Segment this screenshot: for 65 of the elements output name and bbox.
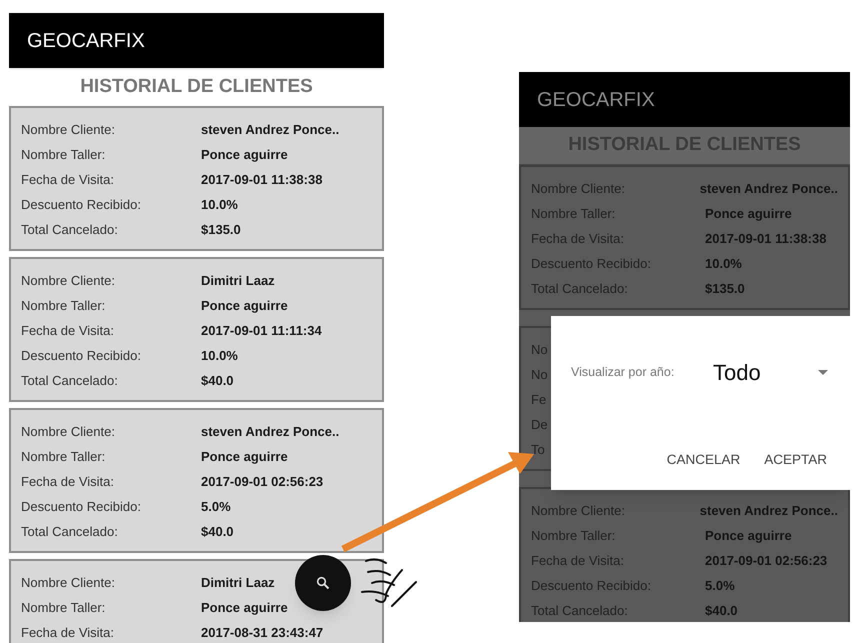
field-value: $135.0 bbox=[705, 280, 745, 298]
field-value: 2017-09-01 11:38:38 bbox=[705, 230, 826, 248]
field-value: 2017-09-01 11:38:38 bbox=[201, 170, 322, 189]
field-value: steven Andrez Ponce.. bbox=[700, 502, 838, 520]
year-dropdown[interactable]: Todo bbox=[713, 356, 830, 389]
field-label: Total Cancelado: bbox=[21, 522, 119, 541]
field-label: To bbox=[531, 440, 545, 459]
screen-heading: HISTORIAL DE CLIENTES bbox=[80, 74, 313, 99]
field-label: Descuento Recibido: bbox=[531, 576, 652, 595]
field-label: Fecha de Visita: bbox=[21, 170, 115, 189]
field-value: steven Andrez Ponce.. bbox=[201, 422, 340, 441]
field-label: Total Cancelado: bbox=[531, 280, 629, 298]
field-value: Ponce aguirre bbox=[705, 204, 792, 223]
field-value: Ponce aguirre bbox=[705, 526, 792, 545]
field-label: Descuento Recibido: bbox=[21, 346, 142, 365]
field-label: Descuento Recibido: bbox=[21, 196, 142, 214]
field-label: Nombre Taller: bbox=[21, 448, 106, 466]
field-value: Dimitri Laaz bbox=[201, 574, 275, 592]
field-label: Nombre Taller: bbox=[21, 296, 106, 315]
field-value: 5.0% bbox=[705, 576, 735, 595]
field-label: Total Cancelado: bbox=[21, 220, 119, 239]
field-label: Nombre Taller: bbox=[21, 598, 106, 617]
field-label: Visualizar por año: bbox=[571, 364, 676, 382]
field-value: 2017-08-31 23:43:47 bbox=[201, 624, 324, 642]
field-label: Descuento Recibido: bbox=[531, 254, 652, 273]
field-value: $40.0 bbox=[201, 522, 234, 541]
field-label: Nombre Cliente: bbox=[531, 180, 626, 198]
field-value: 2017-09-01 11:11:34 bbox=[201, 322, 322, 340]
field-value: 2017-09-01 02:56:23 bbox=[201, 472, 324, 491]
field-value: $40.0 bbox=[201, 372, 234, 390]
field-label: Descuento Recibido: bbox=[21, 498, 142, 516]
field-value: Ponce aguirre bbox=[201, 598, 288, 617]
field-label: Fecha de Visita: bbox=[21, 624, 115, 642]
field-value: steven Andrez Ponce.. bbox=[201, 120, 340, 139]
field-label: No bbox=[531, 340, 548, 359]
field-label: No bbox=[531, 366, 548, 384]
field-value: 10.0% bbox=[705, 254, 742, 273]
field-label: Nombre Cliente: bbox=[21, 120, 116, 139]
field-label: Total Cancelado: bbox=[21, 372, 119, 390]
dialog-button[interactable]: CANCELAR bbox=[666, 450, 740, 470]
field-value: $40.0 bbox=[705, 602, 738, 620]
field-label: Fecha de Visita: bbox=[21, 472, 115, 491]
field-value: Ponce aguirre bbox=[201, 448, 288, 466]
field-value: $135.0 bbox=[201, 220, 241, 239]
dropdown-caret-icon bbox=[818, 370, 828, 375]
field-value: 10.0% bbox=[201, 196, 238, 214]
field-label: Fecha de Visita: bbox=[21, 322, 115, 340]
field-label: Nombre Cliente: bbox=[21, 272, 116, 290]
app-title: GEOCARFIX bbox=[537, 88, 655, 112]
app-title: GEOCARFIX bbox=[27, 28, 145, 54]
field-label: Nombre Cliente: bbox=[21, 422, 116, 441]
field-value: 2017-09-01 02:56:23 bbox=[705, 552, 828, 570]
search-icon bbox=[316, 576, 330, 590]
dialog-button[interactable]: ACEPTAR bbox=[764, 450, 827, 470]
field-value: steven Andrez Ponce.. bbox=[700, 180, 838, 198]
field-value: Ponce aguirre bbox=[201, 146, 288, 164]
field-value: Ponce aguirre bbox=[201, 296, 288, 315]
field-value: 5.0% bbox=[201, 498, 231, 516]
field-label: Nombre Cliente: bbox=[21, 574, 116, 592]
field-value: Dimitri Laaz bbox=[201, 272, 275, 290]
field-label: Nombre Cliente: bbox=[531, 502, 626, 520]
dropdown-value: Todo bbox=[713, 359, 761, 387]
field-label: Nombre Taller: bbox=[21, 146, 106, 164]
field-label: Total Cancelado: bbox=[531, 602, 629, 620]
field-value: 10.0% bbox=[201, 346, 238, 365]
